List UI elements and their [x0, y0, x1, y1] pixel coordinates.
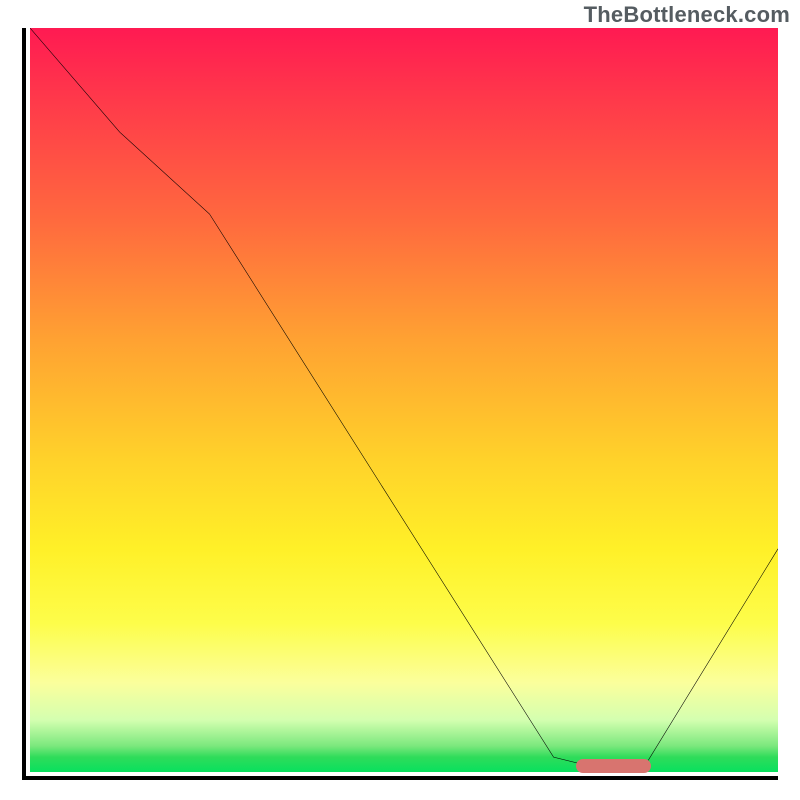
curve-path	[30, 28, 778, 768]
plot-gradient-background	[30, 28, 778, 772]
bottleneck-curve	[30, 28, 778, 772]
chart-stage: TheBottleneck.com	[0, 0, 800, 800]
optimal-range-marker	[576, 759, 651, 773]
plot-frame	[22, 28, 778, 780]
watermark-text: TheBottleneck.com	[584, 2, 790, 28]
